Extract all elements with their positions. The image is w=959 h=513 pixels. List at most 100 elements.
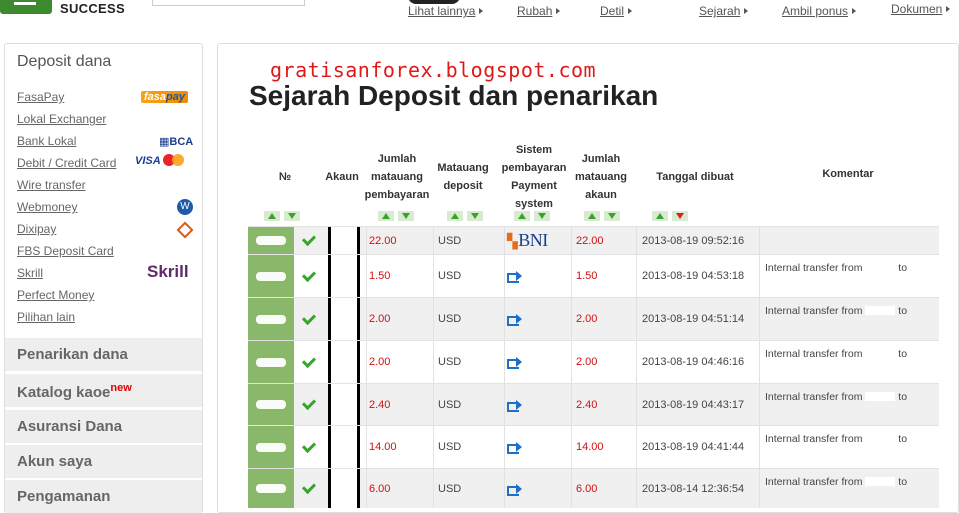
nav-ambil-ponus[interactable]: Ambil ponus	[782, 4, 857, 18]
nav-sejarah[interactable]: Sejarah	[699, 4, 749, 18]
nav-dokumen[interactable]: Dokumen	[891, 2, 951, 16]
deposit-currency: USD	[433, 255, 503, 297]
account-redacted	[328, 227, 360, 254]
sort-asc-icon[interactable]	[652, 211, 668, 221]
table-row[interactable]: 2.00 USD 2.00 2013-08-19 04:51:14 Intern…	[248, 297, 939, 340]
bni-logo-icon: ▚BNI	[504, 227, 570, 254]
amount-account: 2.00	[571, 341, 635, 383]
amount-account: 22.00	[571, 227, 635, 254]
sort-jumlah-akaun[interactable]	[584, 211, 620, 221]
amount-account: 1.50	[571, 255, 635, 297]
sort-asc-icon[interactable]	[584, 211, 600, 221]
transfer-icon	[504, 469, 570, 508]
sidebar-title: Deposit dana	[17, 53, 112, 70]
chevron-right-icon	[628, 8, 633, 14]
sidebar-link-webmoney[interactable]: Webmoney	[17, 200, 77, 214]
deposit-currency: USD	[433, 469, 503, 508]
account-redacted	[328, 298, 360, 340]
sort-asc-icon[interactable]	[264, 211, 280, 221]
column-header-tanggal-dibuat: Tanggal dibuat	[656, 171, 734, 183]
logo-icon[interactable]	[0, 0, 52, 14]
table-row[interactable]: 14.00 USD 14.00 2013-08-19 04:41:44 Inte…	[248, 425, 939, 468]
date-created: 2013-08-19 04:43:17	[636, 384, 758, 425]
account-redacted	[328, 469, 360, 508]
table-row[interactable]: 1.50 USD 1.50 2013-08-19 04:53:18 Intern…	[248, 254, 939, 297]
fasapay-logo-icon: fasapay	[141, 91, 188, 103]
sidebar-link-dixipay[interactable]: Dixipay	[17, 222, 56, 236]
sidebar-section-penarikan-dana[interactable]: Penarikan dana	[5, 337, 202, 371]
table-row[interactable]: 2.00 USD 2.00 2013-08-19 04:46:16 Intern…	[248, 340, 939, 383]
sidebar-link-bank-lokal[interactable]: Bank Lokal	[17, 134, 76, 148]
amount-payment: 2.40	[366, 384, 432, 425]
sort-jumlah-pembayaran[interactable]	[378, 211, 414, 221]
date-created: 2013-08-19 04:53:18	[636, 255, 758, 297]
sidebar-link-wire-transfer[interactable]: Wire transfer	[17, 178, 86, 192]
date-created: 2013-08-14 12:36:54	[636, 469, 758, 508]
sidebar-section-akun-saya[interactable]: Akun saya	[5, 444, 202, 478]
sidebar-section-pengamanan[interactable]: Pengamanan	[5, 479, 202, 513]
row-number[interactable]	[248, 426, 294, 468]
table-row[interactable]: 2.40 USD 2.40 2013-08-19 04:43:17 Intern…	[248, 383, 939, 425]
check-icon	[294, 341, 324, 383]
row-number[interactable]	[248, 298, 294, 340]
watermark-text: gratisanforex.blogspot.com	[270, 58, 597, 82]
deposit-currency: USD	[433, 227, 503, 254]
chevron-right-icon	[479, 8, 484, 14]
check-icon	[294, 227, 324, 254]
nav-rubah[interactable]: Rubah	[517, 4, 561, 18]
amount-payment: 1.50	[366, 255, 432, 297]
sort-desc-icon[interactable]	[534, 211, 550, 221]
sort-asc-icon[interactable]	[447, 211, 463, 221]
sort-desc-icon[interactable]	[398, 211, 414, 221]
transfer-icon	[504, 384, 570, 425]
sort-asc-icon[interactable]	[378, 211, 394, 221]
account-redacted	[328, 341, 360, 383]
amount-account: 6.00	[571, 469, 635, 508]
sidebar-link-lokal-exchanger[interactable]: Lokal Exchanger	[17, 112, 106, 126]
sort-desc-icon[interactable]	[467, 211, 483, 221]
column-header-jumlah-pembayaran: Jumlah matauang pembayaran	[364, 153, 430, 201]
sort-sistem[interactable]	[514, 211, 550, 221]
page-title: Sejarah Deposit dan penarikan	[249, 80, 659, 111]
sidebar-link-pilihan-lain[interactable]: Pilihan lain	[17, 310, 75, 324]
check-icon	[294, 469, 324, 508]
column-header-no: №	[278, 171, 292, 183]
amount-payment: 22.00	[366, 227, 432, 254]
row-number[interactable]	[248, 384, 294, 425]
sidebar-link-fasapay[interactable]: FasaPay	[17, 90, 64, 104]
comment: Internal transfer from to	[759, 469, 939, 508]
webmoney-icon: W	[177, 199, 193, 215]
sort-tanggal[interactable]	[652, 211, 688, 221]
sort-no[interactable]	[264, 211, 300, 221]
nav-lihat-lainnya[interactable]: Lihat lainnya	[408, 4, 484, 18]
row-number[interactable]	[248, 255, 294, 297]
account-redacted	[328, 426, 360, 468]
sidebar-section-katalog[interactable]: Katalog kaoenew	[5, 373, 202, 407]
row-number[interactable]	[248, 469, 294, 508]
table-row[interactable]: 22.00 USD ▚BNI 22.00 2013-08-19 09:52:16	[248, 226, 939, 254]
row-number[interactable]	[248, 227, 294, 254]
sidebar-link-skrill[interactable]: Skrill	[17, 266, 43, 280]
sidebar-link-perfect-money[interactable]: Perfect Money	[17, 288, 94, 302]
sort-desc-icon[interactable]	[284, 211, 300, 221]
amount-payment: 6.00	[366, 469, 432, 508]
row-number[interactable]	[248, 341, 294, 383]
sidebar-section-asuransi-dana[interactable]: Asuransi Dana	[5, 409, 202, 443]
sidebar-link-fbs-deposit-card[interactable]: FBS Deposit Card	[17, 244, 114, 258]
check-icon	[294, 255, 324, 297]
sort-desc-icon[interactable]	[604, 211, 620, 221]
sort-asc-icon[interactable]	[514, 211, 530, 221]
nav-detil[interactable]: Detil	[600, 4, 633, 18]
table-row[interactable]: 6.00 USD 6.00 2013-08-14 12:36:54 Intern…	[248, 468, 939, 508]
comment: Internal transfer from to	[759, 298, 939, 340]
chevron-right-icon	[744, 8, 749, 14]
visa-mastercard-icon: VISA	[135, 154, 185, 167]
sort-matauang-deposit[interactable]	[447, 211, 483, 221]
deposit-currency: USD	[433, 298, 503, 340]
comment: Internal transfer from to	[759, 341, 939, 383]
sort-desc-active-icon[interactable]	[672, 211, 688, 221]
search-input[interactable]	[152, 0, 305, 6]
sidebar-link-debit-credit-card[interactable]: Debit / Credit Card	[17, 156, 116, 170]
date-created: 2013-08-19 09:52:16	[636, 227, 758, 254]
check-icon	[294, 426, 324, 468]
